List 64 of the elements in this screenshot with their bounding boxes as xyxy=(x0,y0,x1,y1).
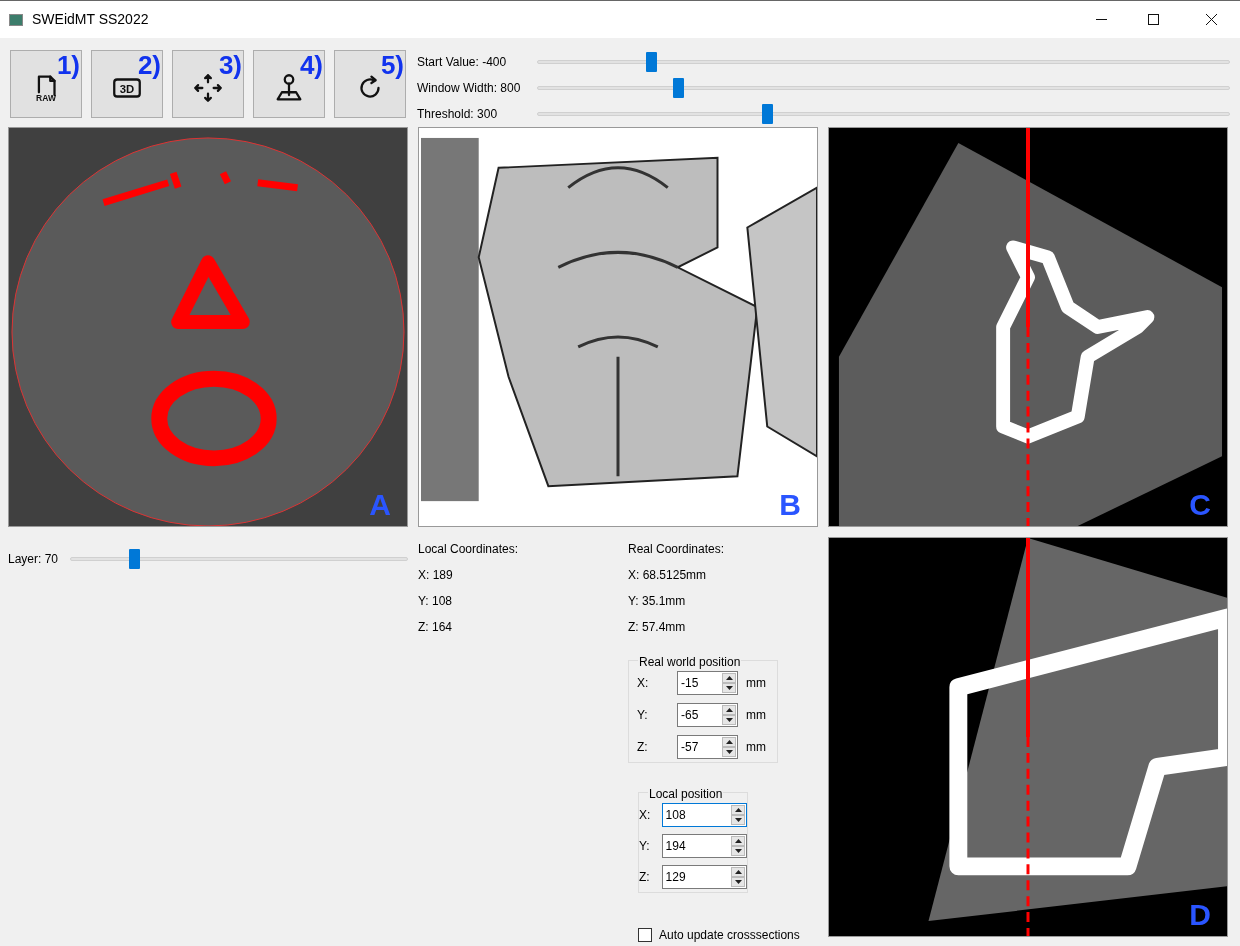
slider-label: Start Value: -400 xyxy=(417,53,508,71)
view-letter: D xyxy=(1189,900,1211,930)
spin-value: -65 xyxy=(680,707,700,724)
spin-value: 129 xyxy=(664,869,687,886)
unit-label: mm xyxy=(746,707,766,724)
field-label: Y: xyxy=(639,838,651,855)
spin-down-icon[interactable] xyxy=(722,683,736,693)
spin-value: -15 xyxy=(680,675,700,692)
slider-handle[interactable] xyxy=(646,51,658,72)
coordinate-text: X: 189 xyxy=(418,567,454,584)
spin-box[interactable]: 129 xyxy=(661,865,747,889)
slider-label: Layer: 70 xyxy=(8,551,60,568)
spin-down-icon[interactable] xyxy=(722,715,736,725)
spin-down-icon[interactable] xyxy=(722,747,736,757)
app-icon xyxy=(9,13,23,26)
spin-down-icon[interactable] xyxy=(731,877,745,887)
view-letter: C xyxy=(1189,490,1211,520)
field-label: Z: xyxy=(639,869,651,886)
slider[interactable] xyxy=(537,77,1230,98)
spin-box[interactable]: -15 xyxy=(677,671,738,695)
slider-handle[interactable] xyxy=(762,103,774,124)
spin-up-icon[interactable] xyxy=(731,867,745,877)
field-label: X: xyxy=(637,675,650,692)
spin-box[interactable]: -57 xyxy=(677,735,738,759)
slider[interactable] xyxy=(537,103,1230,124)
view-letter: B xyxy=(779,490,801,520)
slider-label: Threshold: 300 xyxy=(417,105,499,123)
field-label: Z: xyxy=(637,739,649,756)
checkbox-label: Auto update crosssections xyxy=(659,927,800,944)
coordinate-text: Y: 108 xyxy=(418,593,454,610)
spin-up-icon[interactable] xyxy=(722,737,736,747)
spin-up-icon[interactable] xyxy=(731,805,745,815)
toolbar-button[interactable]: 3) xyxy=(172,50,244,118)
coordinate-text: Z: 57.4mm xyxy=(628,619,687,636)
slider-handle[interactable] xyxy=(673,77,685,98)
field-label: Y: xyxy=(637,707,649,724)
spin-up-icon[interactable] xyxy=(722,673,736,683)
field-label: X: xyxy=(639,807,652,824)
spin-value: 108 xyxy=(664,807,687,824)
window-title: SWEidMT SS2022 xyxy=(32,10,149,29)
coordinate-text: X: 68.5125mm xyxy=(628,567,708,584)
toolbar-button[interactable]: 4) xyxy=(253,50,325,118)
spin-box[interactable]: 108 xyxy=(661,803,747,827)
slider-label: Window Width: 800 xyxy=(417,79,522,97)
coordinate-text: Z: 164 xyxy=(418,619,454,636)
coordinate-text: Y: 35.1mm xyxy=(628,593,687,610)
slider-handle[interactable] xyxy=(128,549,140,569)
unit-label: mm xyxy=(746,739,766,756)
unit-label: mm xyxy=(746,675,766,692)
slider[interactable] xyxy=(70,549,408,569)
spin-up-icon[interactable] xyxy=(731,836,745,846)
checkbox[interactable] xyxy=(638,928,652,942)
spin-value: -57 xyxy=(680,739,700,756)
section-heading: Local Coordinates: xyxy=(418,541,520,558)
spin-down-icon[interactable] xyxy=(731,815,745,825)
section-heading: Real Coordinates: xyxy=(628,541,726,558)
spin-down-icon[interactable] xyxy=(731,846,745,856)
spin-box[interactable]: -65 xyxy=(677,703,738,727)
spin-box[interactable]: 194 xyxy=(661,834,747,858)
spin-up-icon[interactable] xyxy=(722,705,736,715)
toolbar-button[interactable]: 5) xyxy=(334,50,406,118)
spin-value: 194 xyxy=(664,838,687,855)
slider[interactable] xyxy=(537,51,1230,72)
view-letter: A xyxy=(369,490,391,520)
